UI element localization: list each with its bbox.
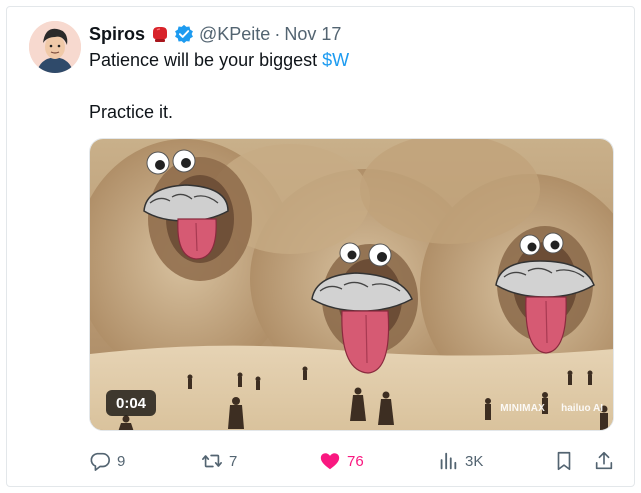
video-frame bbox=[90, 139, 613, 430]
retweet-count: 7 bbox=[229, 452, 238, 470]
tweet-text-line-1: Patience will be your biggest $W bbox=[89, 50, 349, 71]
tweet-text-prefix: Patience will be your biggest bbox=[89, 50, 323, 70]
share-icon bbox=[595, 451, 613, 470]
tweet-date[interactable]: Nov 17 bbox=[284, 24, 341, 45]
retweet-button[interactable]: 7 bbox=[201, 447, 237, 475]
verified-badge-icon bbox=[174, 24, 194, 44]
cashtag-link[interactable]: $W bbox=[322, 50, 349, 70]
views-button[interactable]: 3K bbox=[437, 447, 483, 475]
reply-count: 9 bbox=[117, 452, 126, 470]
like-button[interactable]: 76 bbox=[319, 447, 364, 475]
bookmark-button[interactable] bbox=[553, 447, 575, 475]
author-name[interactable]: Spiros bbox=[89, 24, 145, 45]
tweet-card[interactable]: Spiros @KPeite · Nov 17 Patience will be… bbox=[6, 6, 635, 487]
retweet-icon bbox=[202, 454, 222, 468]
boxing-glove-icon bbox=[150, 24, 170, 44]
minimax-watermark: MINIMAX bbox=[500, 403, 545, 414]
tweet-header: Spiros @KPeite · Nov 17 bbox=[89, 23, 341, 45]
views-count: 3K bbox=[465, 452, 484, 470]
avatar[interactable] bbox=[29, 21, 81, 73]
views-icon bbox=[440, 452, 457, 470]
header-separator: · bbox=[274, 23, 281, 44]
video-player[interactable]: 0:04 MINIMAX hailuo AI bbox=[89, 138, 614, 431]
bookmark-icon bbox=[557, 451, 571, 471]
avatar-image bbox=[29, 21, 81, 73]
tweet-text-line-2: Practice it. bbox=[89, 102, 174, 122]
video-duration-badge: 0:04 bbox=[106, 390, 157, 416]
action-bar: 9 7 76 3K bbox=[89, 447, 619, 475]
author-handle[interactable]: @KPeite bbox=[199, 24, 270, 45]
hailuo-watermark: hailuo AI bbox=[561, 403, 603, 414]
reply-button[interactable]: 9 bbox=[89, 447, 125, 475]
like-count: 76 bbox=[347, 452, 364, 470]
heart-icon bbox=[320, 453, 340, 470]
share-button[interactable] bbox=[593, 447, 615, 475]
reply-icon bbox=[90, 452, 110, 471]
